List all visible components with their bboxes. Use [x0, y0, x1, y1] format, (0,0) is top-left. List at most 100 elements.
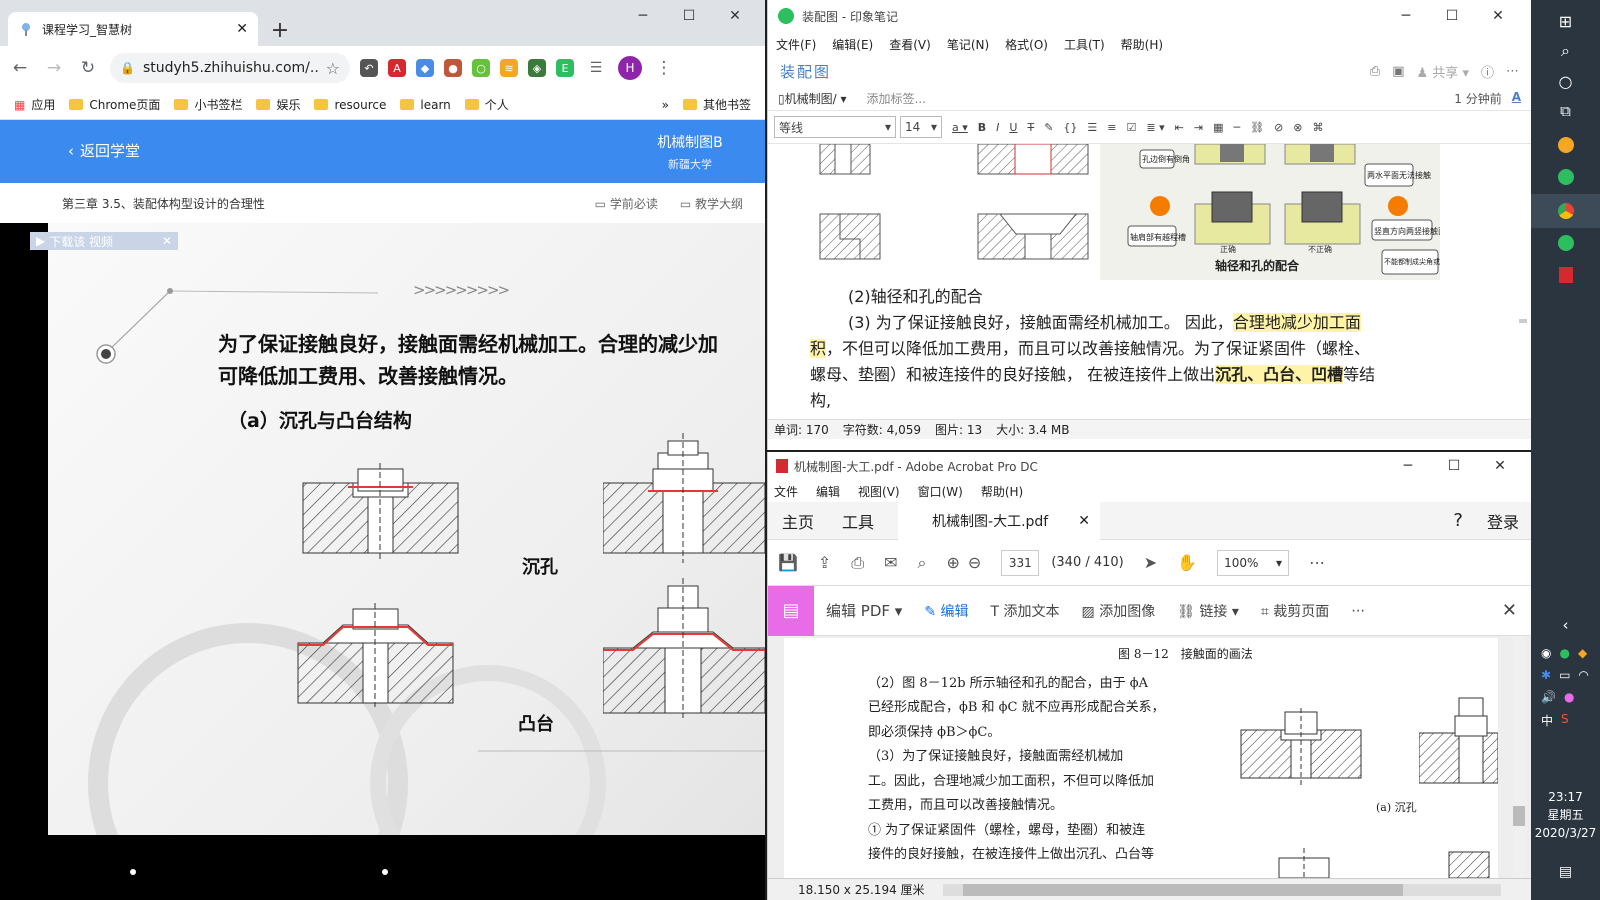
extension-icon[interactable]: ○ — [472, 59, 490, 77]
menu-note[interactable]: 笔记(N) — [947, 36, 989, 53]
add-image-button[interactable]: ▨ 添加图像 — [1082, 601, 1156, 621]
outdent-icon[interactable]: ⇤ — [1175, 121, 1184, 134]
clock[interactable]: 23:17 星期五 2020/3/27 — [1531, 788, 1600, 842]
crop-page-button[interactable]: ⌗ 裁剪页面 — [1261, 601, 1329, 621]
more-icon[interactable]: ⋯ — [1506, 64, 1519, 79]
media-queue-icon[interactable]: ☰ — [584, 56, 608, 80]
evernote-extension-icon[interactable]: E — [556, 59, 574, 77]
bookmark-apps[interactable]: ▦ 应用 — [14, 96, 55, 113]
font-a-icon[interactable]: A — [1512, 90, 1521, 107]
shield-extension-icon[interactable]: ◆ — [416, 59, 434, 77]
volume-icon[interactable]: 🔊 — [1541, 690, 1556, 704]
present-icon[interactable]: ▣ — [1392, 64, 1404, 79]
close-tab-icon[interactable]: ✕ — [1078, 513, 1090, 529]
page-up-icon[interactable]: ⊕ — [947, 553, 960, 572]
wifi-icon[interactable]: ◠ — [1578, 668, 1588, 682]
underline-icon[interactable]: U — [1009, 121, 1017, 134]
cortana-icon[interactable]: ○ — [1531, 66, 1600, 96]
vertical-scrollbar[interactable] — [1513, 636, 1525, 878]
bookmark-folder[interactable]: 小书签栏 — [174, 96, 242, 113]
video-player[interactable]: >>>>>>>>> 为了保证接触良好，接触面需经机械加工。合理的减少加 可降低加… — [48, 223, 765, 835]
page-down-icon[interactable]: ⊖ — [968, 553, 981, 572]
minimize-button[interactable]: ─ — [620, 0, 666, 32]
chevron-left-icon[interactable]: ‹ — [1531, 614, 1600, 636]
rss-icon[interactable]: ≋ — [500, 59, 518, 77]
maximize-button[interactable]: ☐ — [1431, 450, 1477, 482]
maximize-button[interactable]: ☐ — [1429, 0, 1475, 32]
italic-icon[interactable]: I — [996, 121, 999, 134]
star-icon[interactable]: ☆ — [326, 59, 340, 78]
menu-edit[interactable]: 编辑 — [816, 483, 840, 500]
clear-format-icon[interactable]: ⊗ — [1293, 121, 1302, 134]
help-icon[interactable]: ? — [1453, 510, 1463, 531]
back-to-class-link[interactable]: ‹ 返回学堂 — [68, 140, 140, 161]
maximize-button[interactable]: ☐ — [666, 0, 712, 32]
bookmark-folder[interactable]: 个人 — [464, 96, 509, 113]
font-family-select[interactable]: 等线 ▾ — [774, 116, 896, 138]
minimize-button[interactable]: ─ — [1383, 0, 1429, 32]
note-title[interactable]: 装配图 — [780, 61, 831, 82]
indent-icon[interactable]: ⇥ — [1194, 121, 1203, 134]
menu-view[interactable]: 查看(V) — [889, 36, 931, 53]
minimize-button[interactable]: ─ — [1385, 450, 1431, 482]
acrobat-taskbar-icon[interactable] — [1531, 260, 1600, 290]
bookmark-folder[interactable]: 娱乐 — [256, 96, 300, 113]
email-icon[interactable]: ✉ — [884, 553, 897, 572]
command-icon[interactable]: ⌘ — [1313, 121, 1324, 134]
close-icon[interactable]: ✕ — [162, 234, 172, 248]
extension-icon[interactable]: ● — [444, 59, 462, 77]
menu-format[interactable]: 格式(O) — [1005, 36, 1048, 53]
menu-view[interactable]: 视图(V) — [858, 483, 900, 500]
bookmarks-overflow[interactable]: » — [662, 98, 669, 112]
save-icon[interactable]: 💾 — [778, 553, 798, 572]
evernote-tray-icon[interactable]: ● — [1559, 646, 1569, 660]
highlight-icon[interactable]: ✎ — [1044, 121, 1053, 134]
scrollbar-thumb[interactable] — [1513, 806, 1525, 826]
menu-tools[interactable]: 工具(T) — [1064, 36, 1105, 53]
profile-avatar[interactable]: H — [618, 56, 642, 80]
chrome-taskbar-icon[interactable] — [1531, 194, 1600, 228]
menu-help[interactable]: 帮助(H) — [1121, 36, 1163, 53]
acrobat-extension-icon[interactable]: A — [388, 59, 406, 77]
bold-icon[interactable]: B — [978, 121, 986, 134]
download-video-bar[interactable]: ▶ 下载该 视频 ✕ — [30, 232, 178, 250]
bookmark-folder[interactable]: Chrome页面 — [69, 96, 160, 113]
tab-tools[interactable]: 工具 — [828, 509, 888, 533]
syllabus-link[interactable]: ▭ 教学大纲 — [680, 195, 743, 212]
tab-document[interactable]: 机械制图-大工.pdf ✕ — [898, 501, 1100, 540]
task-view-icon[interactable]: ⧉ — [1531, 96, 1600, 126]
edit-pdf-dropdown[interactable]: 编辑 PDF ▾ — [826, 600, 902, 621]
print-icon[interactable]: ⎙ — [1370, 64, 1380, 79]
battery-icon[interactable]: ▭ — [1559, 668, 1570, 682]
shield-tray-icon[interactable]: ◆ — [1578, 646, 1587, 660]
info-icon[interactable]: ⓘ — [1481, 62, 1494, 81]
evernote-taskbar-icon[interactable] — [1531, 228, 1600, 258]
unlink-icon[interactable]: ⊘ — [1274, 121, 1283, 134]
more-icon[interactable]: ⋯ — [1351, 603, 1365, 619]
hand-tool-icon[interactable]: ✋ — [1177, 553, 1197, 572]
edit-pdf-panel-icon[interactable]: ▤ — [768, 585, 814, 636]
must-read-link[interactable]: ▭ 学前必读 — [595, 195, 658, 212]
print-icon[interactable]: ⎙ — [851, 553, 864, 573]
hr-icon[interactable]: ─ — [1233, 121, 1240, 134]
menu-file[interactable]: 文件(F) — [776, 36, 816, 53]
pdf-viewport[interactable]: 图 8－12 接触面的画法 （2）图 8－12b 所示轴径和孔的配合，由于 ϕA… — [768, 636, 1531, 878]
more-tools-icon[interactable]: ⋯ — [1309, 553, 1325, 572]
close-button[interactable]: ✕ — [1477, 450, 1523, 482]
font-size-select[interactable]: 14 ▾ — [900, 116, 942, 138]
menu-window[interactable]: 窗口(W) — [918, 483, 963, 500]
code-icon[interactable]: {} — [1063, 121, 1077, 134]
app-icon[interactable] — [1531, 130, 1600, 160]
close-edit-icon[interactable]: ✕ — [1502, 600, 1531, 621]
table-icon[interactable]: ▦ — [1213, 121, 1223, 134]
new-tab-button[interactable]: + — [266, 16, 294, 44]
login-button[interactable]: 登录 — [1487, 509, 1519, 533]
notebook-selector[interactable]: ▯机械制图/ ▾ — [778, 90, 847, 107]
tab-home[interactable]: 主页 — [768, 509, 828, 533]
upload-icon[interactable]: ⇪ — [818, 553, 831, 572]
bookmark-folder[interactable]: learn — [400, 98, 451, 112]
bluetooth-tray-icon[interactable]: ✱ — [1541, 668, 1551, 682]
menu-edit[interactable]: 编辑(E) — [832, 36, 873, 53]
windows-start-icon[interactable]: ⊞ — [1531, 6, 1600, 36]
ime-indicator[interactable]: 中 — [1541, 712, 1553, 729]
